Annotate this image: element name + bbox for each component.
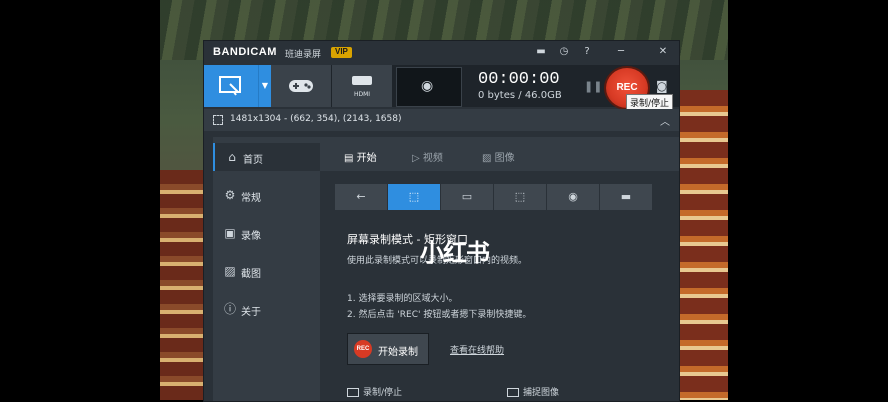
image-icon: ▨ — [224, 264, 236, 278]
mode-around-mouse[interactable]: ⬚ — [494, 184, 546, 210]
sidebar: ⌂ 首页 ⚙ 常规 ▣ 录像 ▨ 截图 ⓘ 关于 — [213, 137, 322, 401]
sidebar-item-label: 截图 — [241, 269, 261, 280]
hdmi-mode-button[interactable]: HDMI — [332, 65, 392, 107]
pagoda-right — [676, 90, 728, 400]
step-2: 2. 然后点击 'REC' 按钮或者摁下录制快捷键。 — [347, 310, 532, 320]
video-icon: ▣ — [224, 226, 236, 240]
main-content: ▤ 开始 ▷ 视频 ▨ 图像 ← ⬚ ▭ ⬚ ◉ ▬ 屏幕录制模式 - 矩形窗口… — [320, 137, 679, 401]
hdmi-icon — [352, 76, 372, 85]
close-icon[interactable]: ✕ — [656, 45, 670, 59]
webcam-preview: ◉ — [396, 67, 462, 107]
recording-timer: 00:00:00 — [478, 70, 560, 89]
sidebar-item-label: 常规 — [241, 193, 261, 204]
start-recording-button[interactable]: REC 开始录制 — [347, 333, 429, 365]
play-icon: ▷ — [412, 153, 420, 164]
app-logo: BANDICAM — [213, 46, 277, 58]
back-button[interactable]: ← — [335, 184, 387, 210]
rectangle-select-icon: ⬚ — [408, 190, 420, 203]
film-icon: ▤ — [344, 153, 354, 164]
right-letterbox — [728, 0, 888, 400]
sidebar-item-label: 关于 — [241, 307, 261, 318]
rec-dot-icon: REC — [354, 340, 372, 358]
mode-hdmi[interactable]: ▬ — [600, 184, 652, 210]
monitor-icon: ▭ — [461, 190, 473, 203]
info-icon: ⓘ — [223, 302, 236, 316]
title-bar: BANDICAM 班迪录屏 VIP ▬ ◷ ? ─ ✕ — [204, 41, 679, 63]
tab-image[interactable]: ▨ 图像 — [482, 149, 515, 164]
online-help-link[interactable]: 查看在线帮助 — [450, 343, 504, 356]
mode-rectangle[interactable]: ⬚ — [388, 184, 440, 210]
minimize-icon[interactable]: ─ — [614, 45, 628, 59]
bandicam-window: BANDICAM 班迪录屏 VIP ▬ ◷ ? ─ ✕ ▼ HDMI ◉ 00:… — [203, 40, 680, 402]
app-subtitle: 班迪录屏 — [285, 50, 322, 60]
mode-game[interactable]: ◉ — [547, 184, 599, 210]
hotkey-capture-image: 捕捉图像 — [507, 385, 559, 398]
gamepad-icon — [289, 80, 313, 92]
tab-bar: ▤ 开始 ▷ 视频 ▨ 图像 — [320, 137, 679, 171]
chevron-down-icon[interactable]: ▼ — [258, 65, 271, 107]
sidebar-item-general[interactable]: ⚙ 常规 — [213, 181, 320, 209]
sidebar-item-home[interactable]: ⌂ 首页 — [213, 143, 322, 171]
hotkey-record-stop: 录制/停止 — [347, 385, 402, 398]
rectangle-select-icon — [219, 76, 241, 96]
tab-start[interactable]: ▤ 开始 — [344, 149, 377, 164]
gamepad-icon: ◉ — [568, 190, 578, 203]
sidebar-item-video[interactable]: ▣ 录像 — [213, 219, 320, 247]
keyboard-icon — [347, 388, 359, 397]
cursor-area-icon: ⬚ — [514, 190, 526, 203]
left-letterbox — [0, 0, 160, 400]
home-icon: ⌂ — [228, 150, 236, 164]
pagoda-left — [160, 170, 204, 400]
keyboard-icon — [507, 388, 519, 397]
tab-video[interactable]: ▷ 视频 — [412, 149, 443, 164]
mode-fullscreen[interactable]: ▭ — [441, 184, 493, 210]
selection-icon — [213, 115, 223, 125]
sidebar-item-image[interactable]: ▨ 截图 — [213, 257, 320, 285]
hdmi-icon: ▬ — [620, 190, 632, 203]
region-info-bar: 1481x1304 - (662, 354), (2143, 1658) ︿ — [204, 109, 679, 131]
gear-icon: ⚙ — [224, 188, 236, 202]
rectangle-mode-button[interactable] — [204, 65, 258, 107]
toolbar: ▼ HDMI ● ♪ ◉ 00:00:00 0 bytes / 46.0GB ❚… — [204, 65, 679, 110]
help-icon[interactable]: ? — [580, 45, 594, 59]
game-mode-button[interactable] — [271, 65, 331, 107]
watermark: 小红书 — [420, 239, 490, 267]
vip-badge[interactable]: VIP — [331, 47, 352, 58]
clock-icon[interactable]: ◷ — [557, 45, 571, 59]
webcam-icon: ◉ — [421, 78, 434, 94]
step-1: 1. 选择要录制的区域大小。 — [347, 294, 458, 304]
sidebar-item-label: 录像 — [241, 231, 261, 242]
sidebar-item-about[interactable]: ⓘ 关于 — [213, 295, 320, 323]
picture-icon: ▨ — [482, 153, 492, 164]
chevron-up-icon[interactable]: ︿ — [660, 113, 670, 128]
file-size: 0 bytes / 46.0GB — [478, 90, 562, 101]
region-coordinates: 1481x1304 - (662, 354), (2143, 1658) — [230, 114, 402, 124]
mode-selector: ← ⬚ ▭ ⬚ ◉ ▬ — [335, 184, 657, 210]
sidebar-item-label: 首页 — [243, 155, 263, 166]
camera-icon[interactable]: ◙ — [656, 79, 668, 93]
arrow-left-icon: ← — [356, 190, 366, 203]
folder-icon[interactable]: ▬ — [534, 45, 548, 59]
pause-icon[interactable]: ❚❚ — [584, 80, 602, 93]
